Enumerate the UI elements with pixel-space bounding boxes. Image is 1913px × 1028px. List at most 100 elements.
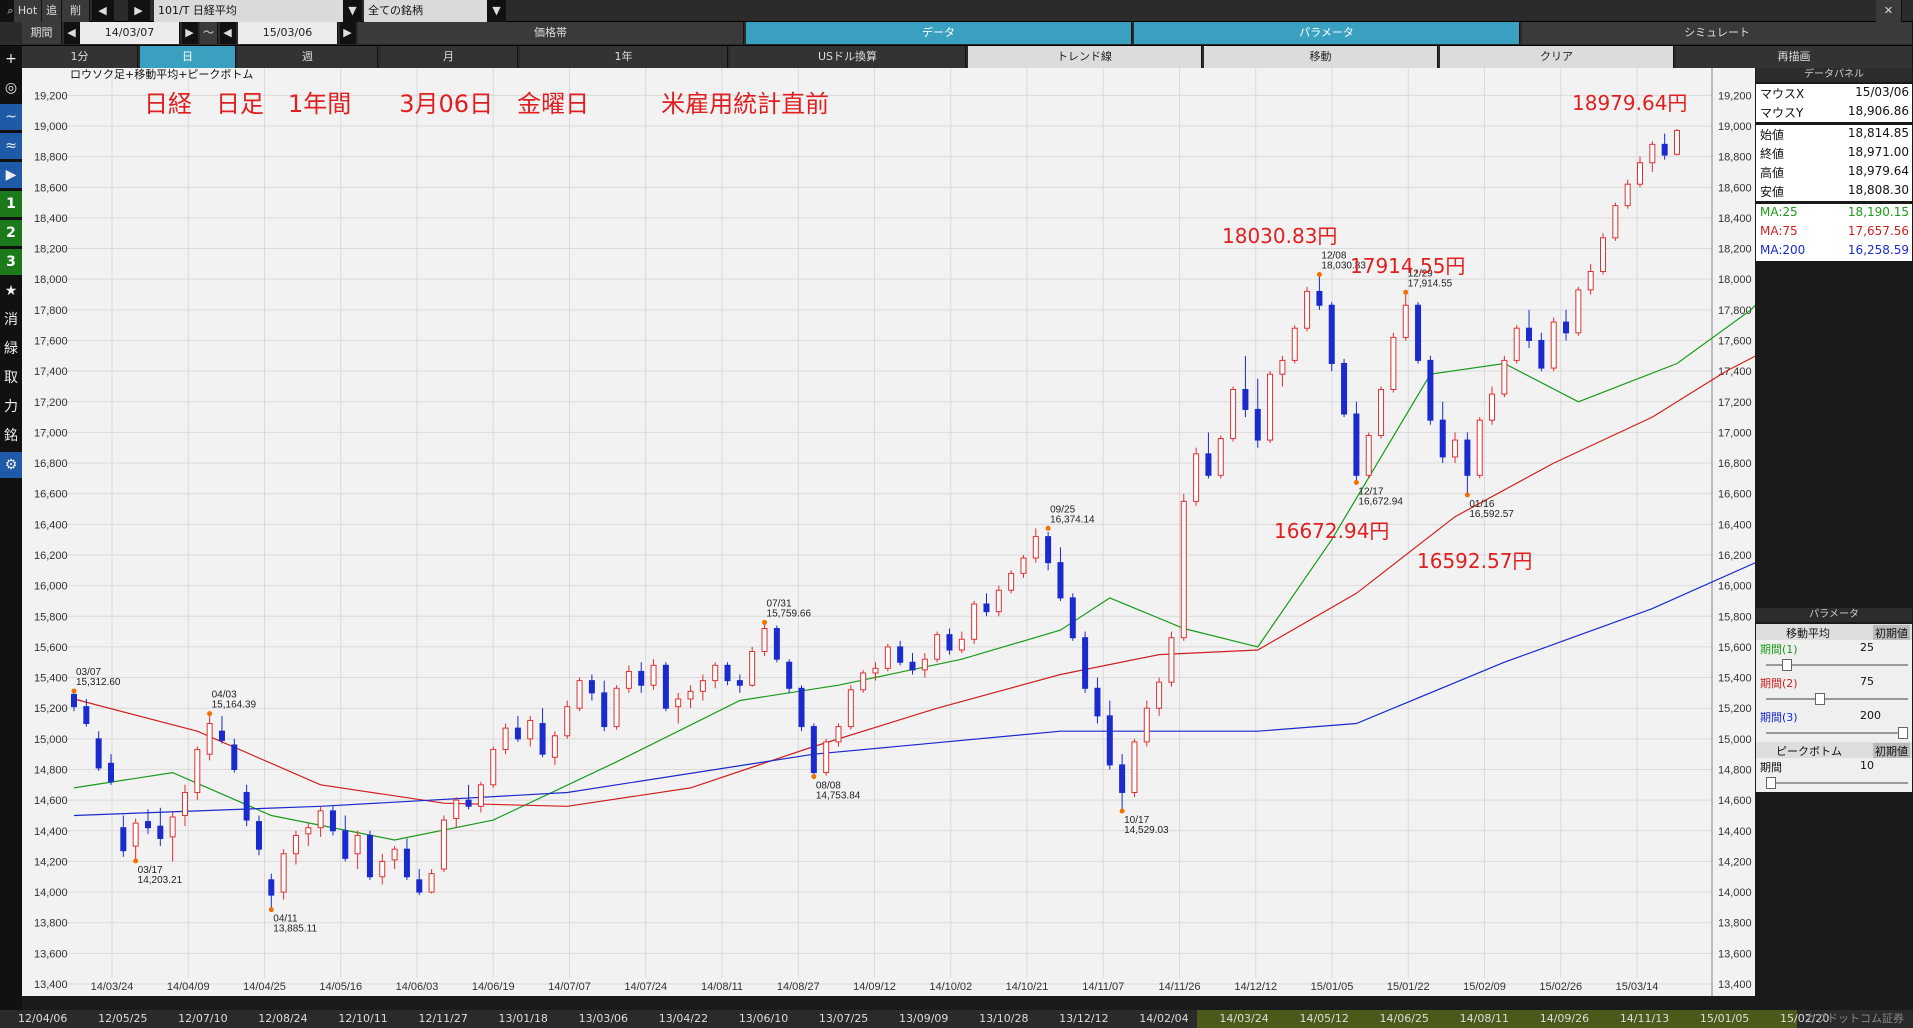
- brand-label: カブドットコム証券: [1805, 1012, 1904, 1025]
- crosshair-icon[interactable]: +: [0, 46, 22, 72]
- price-band-button[interactable]: 価格帯: [358, 22, 744, 44]
- candle: [934, 631, 941, 663]
- candle-body: [329, 810, 336, 832]
- tab-3[interactable]: 月: [380, 46, 518, 68]
- candle-body: [1119, 764, 1126, 793]
- trade-icon[interactable]: 取: [0, 365, 22, 391]
- wave-icon[interactable]: ≈: [0, 133, 22, 159]
- candle: [1131, 738, 1138, 798]
- favorite-icon[interactable]: ★: [0, 278, 22, 304]
- ma-reset-button[interactable]: 初期値: [1873, 625, 1910, 641]
- candle: [255, 815, 262, 856]
- parameter-button[interactable]: パラメータ: [1134, 22, 1520, 44]
- y-tick-label-right: 18,200: [1718, 244, 1752, 256]
- green-icon[interactable]: 緑: [0, 336, 22, 362]
- tab-0[interactable]: 1分: [22, 46, 138, 68]
- peak-marker: [71, 688, 77, 694]
- close-icon[interactable]: ✕: [1876, 0, 1902, 22]
- to-next-icon[interactable]: ▶: [340, 22, 356, 44]
- x-tick-label: 14/04/09: [167, 981, 210, 993]
- timeline-date: 13/03/06: [578, 1012, 629, 1025]
- ma-param-value[interactable]: 75: [1860, 675, 1874, 688]
- slider-thumb[interactable]: [1766, 777, 1776, 789]
- ma-param-slider[interactable]: [1756, 690, 1912, 708]
- tab-8[interactable]: クリア: [1440, 46, 1674, 68]
- date-from-field[interactable]: 14/03/07: [80, 22, 180, 44]
- line-icon[interactable]: ~: [0, 104, 22, 130]
- camera-icon[interactable]: ◎: [0, 75, 22, 101]
- tab-5[interactable]: USドル換算: [730, 46, 966, 68]
- timeline-date: 14/11/13: [1619, 1012, 1670, 1025]
- pb-reset-button[interactable]: 初期値: [1873, 743, 1910, 759]
- ma-param-value[interactable]: 200: [1860, 709, 1881, 722]
- y-tick-label-right: 16,000: [1718, 581, 1752, 593]
- tab-7[interactable]: 移動: [1204, 46, 1438, 68]
- peak-value-label: 16,374.14: [1050, 514, 1095, 525]
- pb-param-value[interactable]: 10: [1860, 759, 1874, 772]
- slider-thumb[interactable]: [1898, 727, 1908, 739]
- candle-body: [157, 825, 164, 839]
- peak-value-label: 16,672.94: [1358, 497, 1403, 508]
- price-annotation: 16672.94円: [1274, 519, 1389, 543]
- timeline-scrollbar[interactable]: 12/04/06 12/05/25 12/07/10 12/08/24 12/10/11…: [0, 1010, 1913, 1028]
- slider-thumb[interactable]: [1814, 693, 1825, 705]
- price-annotation: 16592.57円: [1417, 549, 1532, 573]
- settings-icon[interactable]: ⚙: [0, 452, 22, 478]
- peak-marker: [207, 711, 213, 717]
- flag-icon[interactable]: ▶: [0, 162, 22, 188]
- symbol-field[interactable]: 101/T 日経平均: [154, 0, 344, 22]
- data-row-value: 18,190.15: [1847, 205, 1909, 219]
- from-prev-icon[interactable]: ◀: [64, 22, 80, 44]
- y-tick-label-left: 17,400: [34, 366, 68, 378]
- data-row-value: 17,657.56: [1847, 224, 1909, 238]
- chart-area[interactable]: 13,400 13,400 13,600 13,600 13,800 13,800 14,0…: [22, 68, 1755, 996]
- delete-button[interactable]: 削: [62, 0, 90, 22]
- ma-param-slider[interactable]: [1756, 724, 1912, 742]
- candle-body: [1513, 327, 1520, 361]
- slider-thumb[interactable]: [1781, 659, 1792, 671]
- preset-3-button[interactable]: 3: [0, 249, 22, 275]
- candle-body: [995, 589, 1002, 613]
- candle: [1328, 302, 1335, 372]
- data-row-key: MA:200: [1760, 243, 1806, 257]
- ma-param-value[interactable]: 25: [1860, 641, 1874, 654]
- date-to-field[interactable]: 15/03/06: [238, 22, 338, 44]
- tab-6[interactable]: トレンド線: [968, 46, 1202, 68]
- universe-field[interactable]: 全ての銘柄: [364, 0, 488, 22]
- candle: [884, 643, 891, 672]
- candle: [1082, 631, 1089, 693]
- candle-body: [1661, 143, 1668, 156]
- data-button[interactable]: データ: [746, 22, 1132, 44]
- pb-param-slider[interactable]: [1756, 774, 1912, 792]
- candle-body: [1365, 434, 1372, 476]
- next-symbol-icon[interactable]: ▶: [128, 0, 150, 22]
- universe-dropdown-icon[interactable]: ▼: [488, 0, 506, 22]
- ma-param-slider[interactable]: [1756, 656, 1912, 674]
- stock-icon[interactable]: 銘: [0, 423, 22, 449]
- hot-button[interactable]: Hot: [14, 0, 42, 22]
- tab-4[interactable]: 1年: [520, 46, 728, 68]
- power-icon[interactable]: 力: [0, 394, 22, 420]
- candle-body: [1045, 536, 1052, 564]
- tab-2[interactable]: 週: [238, 46, 378, 68]
- candle-body: [1587, 271, 1594, 291]
- candle: [1513, 325, 1520, 364]
- add-button[interactable]: 追: [42, 0, 62, 22]
- x-tick-label: 14/10/02: [929, 981, 972, 993]
- preset-2-button[interactable]: 2: [0, 220, 22, 246]
- prev-symbol-icon[interactable]: ◀: [92, 0, 114, 22]
- symbol-dropdown-icon[interactable]: ▼: [344, 0, 362, 22]
- from-next-icon[interactable]: ▶: [182, 22, 198, 44]
- pb-section-header: ピークボトム 初期値: [1756, 742, 1912, 759]
- tab-9[interactable]: 再描画: [1676, 46, 1913, 68]
- candle-body: [1402, 304, 1409, 338]
- y-tick-label-right: 18,000: [1718, 274, 1752, 286]
- candlestick-chart[interactable]: 13,400 13,400 13,600 13,600 13,800 13,800 14,0…: [22, 68, 1755, 996]
- preset-1-button[interactable]: 1: [0, 191, 22, 217]
- erase-icon[interactable]: 消: [0, 307, 22, 333]
- simulate-button[interactable]: シミュレート: [1522, 22, 1913, 44]
- to-prev-icon[interactable]: ◀: [220, 22, 236, 44]
- tab-1[interactable]: 日: [140, 46, 236, 68]
- peak-marker: [811, 774, 817, 780]
- peak-value-label: 14,753.84: [816, 791, 861, 802]
